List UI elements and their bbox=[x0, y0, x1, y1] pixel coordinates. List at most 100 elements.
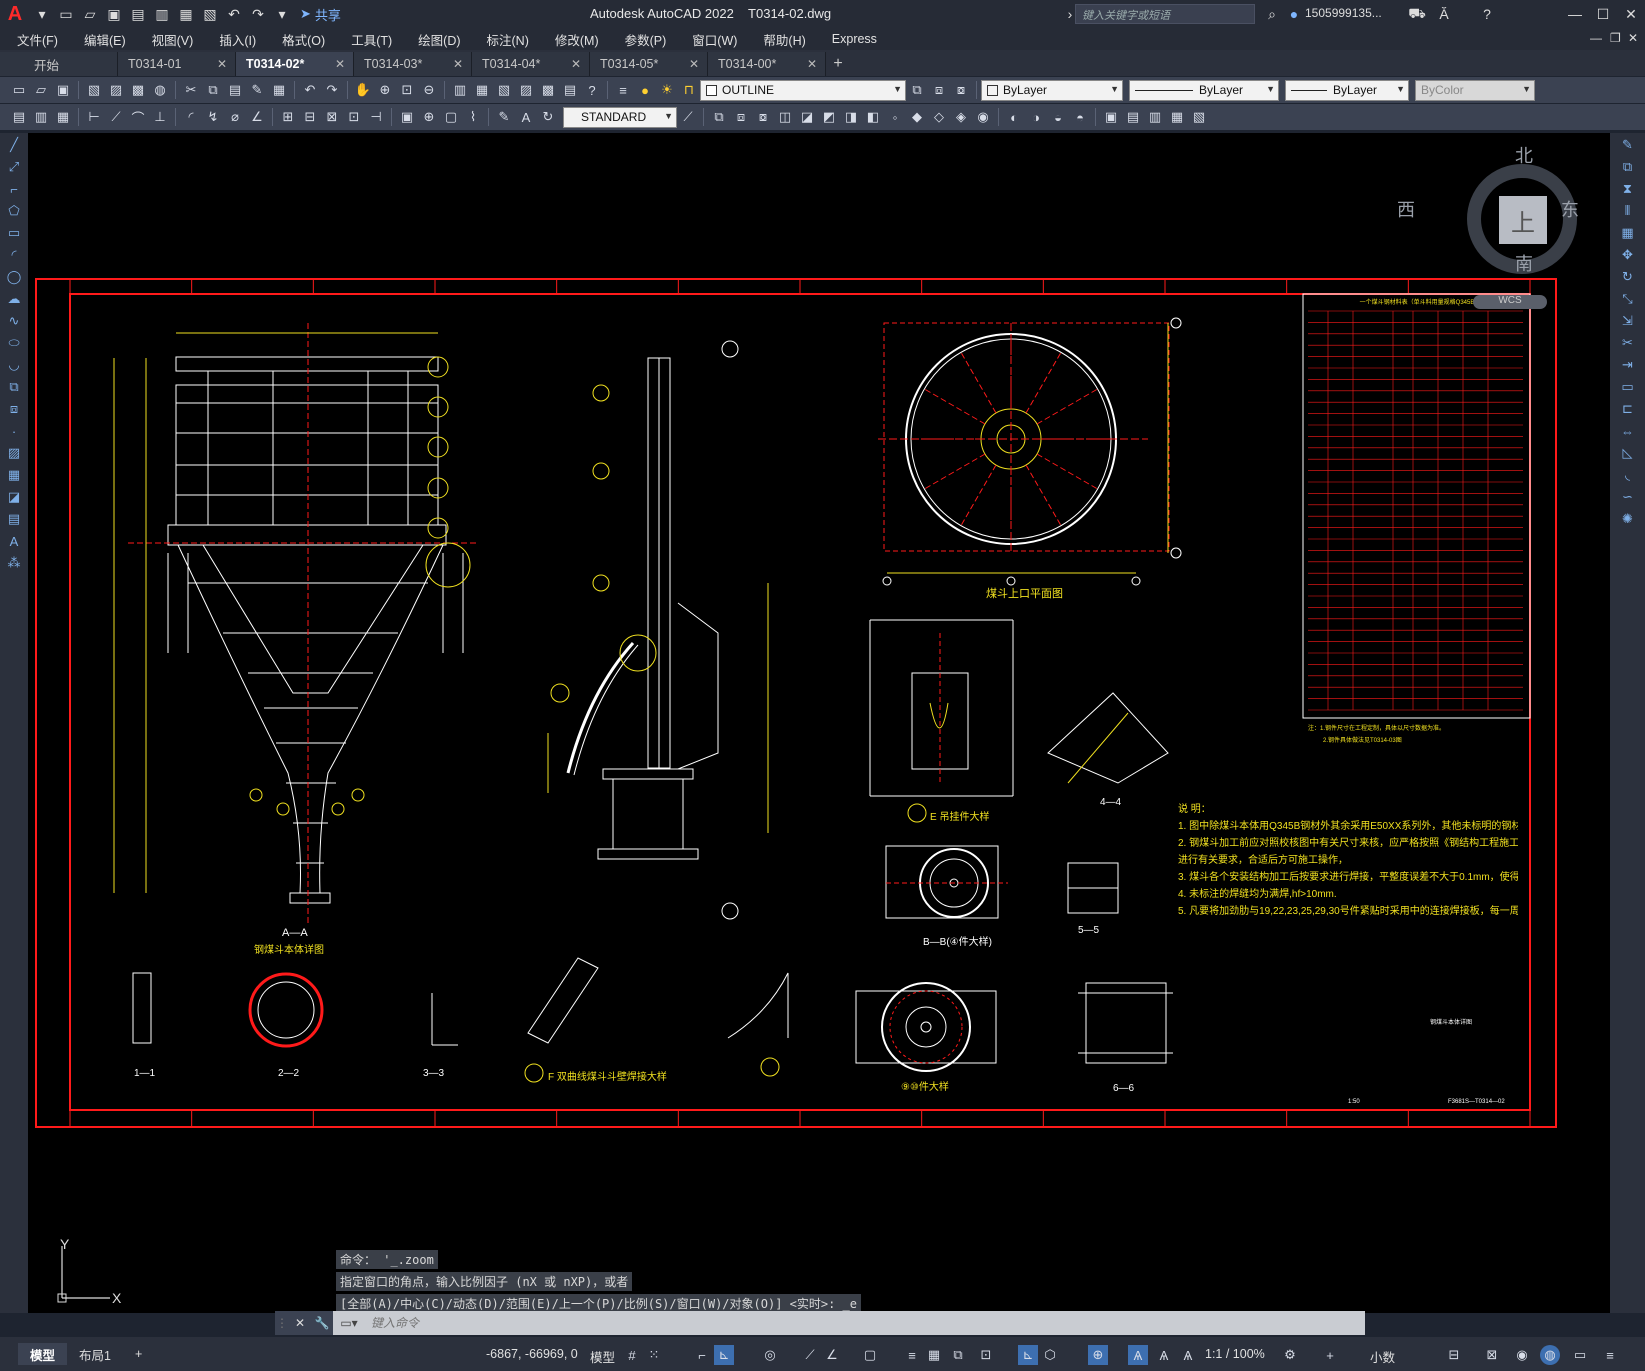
ucs-world-icon[interactable]: ⧈ bbox=[731, 107, 751, 127]
model-space-button[interactable]: 模型 bbox=[590, 1347, 615, 1366]
ellipse-icon[interactable]: ⬭ bbox=[3, 333, 25, 353]
tab-close-icon[interactable]: ✕ bbox=[807, 57, 817, 71]
blend-icon[interactable]: ∽ bbox=[1617, 487, 1639, 507]
sun-icon[interactable]: ☀ bbox=[657, 80, 677, 100]
scale-icon[interactable]: ⤡ bbox=[1617, 289, 1639, 309]
minimize-icon[interactable]: — bbox=[1560, 2, 1590, 26]
layer-properties-icon[interactable]: ≡ bbox=[613, 80, 633, 100]
layer-state-icon[interactable]: ⧇ bbox=[951, 80, 971, 100]
menu-edit[interactable]: 编辑(E) bbox=[67, 30, 135, 49]
tab-layout1[interactable]: 布局1 bbox=[67, 1343, 123, 1365]
annotation-visibility-icon[interactable]: Ѧ bbox=[1128, 1345, 1148, 1365]
search-input[interactable]: 键入关键字或短语 bbox=[1075, 4, 1255, 24]
view-right-icon[interactable]: ◓ bbox=[1070, 107, 1090, 127]
isodraft-icon[interactable]: ⟋ bbox=[800, 1345, 820, 1365]
menu-help[interactable]: 帮助(H) bbox=[746, 30, 814, 49]
autodesk-a360-icon[interactable]: Ᾰ bbox=[1433, 3, 1455, 25]
viewport-poly-icon[interactable]: ▤ bbox=[1123, 107, 1143, 127]
grip-icon[interactable]: ⋮ bbox=[275, 1311, 289, 1335]
ortho-icon[interactable]: ⊾ bbox=[714, 1345, 734, 1365]
add-selected-icon[interactable]: ⁂ bbox=[3, 553, 25, 573]
erase-icon[interactable]: ✎ bbox=[1617, 135, 1639, 155]
pan-icon[interactable]: ✋ bbox=[353, 80, 373, 100]
extend-icon[interactable]: ⇥ bbox=[1617, 355, 1639, 375]
make-current-icon[interactable]: ⧉ bbox=[907, 80, 927, 100]
compass-east[interactable]: 东 bbox=[1561, 196, 1579, 222]
isolate-objects-icon[interactable]: ◉ bbox=[1512, 1345, 1532, 1365]
customize-qa-icon[interactable]: ▾ bbox=[271, 3, 293, 25]
user-icon[interactable]: ● bbox=[1283, 3, 1305, 25]
polar-icon[interactable]: ◎ bbox=[760, 1345, 780, 1365]
gizmo-icon[interactable]: ⊕ bbox=[1088, 1345, 1108, 1365]
close-command-icon[interactable]: ✕ bbox=[289, 1311, 311, 1335]
save-as-icon[interactable]: ▤ bbox=[127, 3, 149, 25]
diameter-dim-icon[interactable]: ⌀ bbox=[225, 107, 245, 127]
menu-format[interactable]: 格式(O) bbox=[265, 30, 334, 49]
compass-north[interactable]: 北 bbox=[1515, 142, 1533, 168]
lineweight-dropdown[interactable]: ByLayer ▼ bbox=[1285, 79, 1409, 101]
linear-dim-icon[interactable]: ⊢ bbox=[84, 107, 104, 127]
redo-icon[interactable]: ↷ bbox=[247, 3, 269, 25]
menu-insert[interactable]: 插入(I) bbox=[202, 30, 265, 49]
menu-dimension[interactable]: 标注(N) bbox=[470, 30, 538, 49]
menu-parametric[interactable]: 参数(P) bbox=[608, 30, 676, 49]
publish-icon[interactable]: ▩ bbox=[128, 80, 148, 100]
tab-t0314-04[interactable]: T0314-04* ✕ bbox=[472, 52, 590, 76]
center-mark-icon[interactable]: ⊕ bbox=[419, 107, 439, 127]
save-icon[interactable]: ▣ bbox=[53, 80, 73, 100]
cart-icon[interactable]: ⛟ bbox=[1406, 3, 1428, 25]
menu-view[interactable]: 视图(V) bbox=[135, 30, 203, 49]
open-icon[interactable]: ▱ bbox=[31, 80, 51, 100]
layer-previous-icon[interactable]: ⧈ bbox=[929, 80, 949, 100]
tab-close-icon[interactable]: ✕ bbox=[335, 57, 345, 71]
cut-icon[interactable]: ✂ bbox=[181, 80, 201, 100]
redo-icon[interactable]: ↷ bbox=[322, 80, 342, 100]
close-icon[interactable]: ✕ bbox=[1616, 2, 1645, 26]
ucs-y-icon[interactable]: ◇ bbox=[929, 107, 949, 127]
recent-commands-icon[interactable]: ▭▾ bbox=[333, 1311, 365, 1335]
quick-dim-icon[interactable]: ⊞ bbox=[278, 107, 298, 127]
doc-close-icon[interactable]: ✕ bbox=[1628, 31, 1638, 45]
break-point-icon[interactable]: ▭ bbox=[1617, 377, 1639, 397]
region-icon[interactable]: ◪ bbox=[3, 487, 25, 507]
dynamic-ucs-icon[interactable]: ⊾ bbox=[1018, 1345, 1038, 1365]
dropdown-arrow-icon[interactable]: ▾ bbox=[31, 3, 53, 25]
polygon-icon[interactable]: ⬠ bbox=[3, 201, 25, 221]
annotation-scale-icon[interactable]: Ѧ bbox=[1178, 1345, 1198, 1365]
web-icon[interactable]: ◍ bbox=[150, 80, 170, 100]
rectangle-icon[interactable]: ▭ bbox=[3, 223, 25, 243]
ucs-icon[interactable]: ⧉ bbox=[709, 107, 729, 127]
hardware-acceleration-icon[interactable]: ◍ bbox=[1540, 1345, 1560, 1365]
line-icon[interactable]: ╱ bbox=[3, 135, 25, 155]
make-block-icon[interactable]: ⧈ bbox=[3, 399, 25, 419]
plot-icon[interactable]: ▧ bbox=[84, 80, 104, 100]
insert-block-icon[interactable]: ⧉ bbox=[3, 377, 25, 397]
fillet-icon[interactable]: ◟ bbox=[1617, 465, 1639, 485]
view-left-icon[interactable]: ◒ bbox=[1048, 107, 1068, 127]
ucs-zaxis-icon[interactable]: ◧ bbox=[863, 107, 883, 127]
table-icon[interactable]: ▤ bbox=[3, 509, 25, 529]
tab-start[interactable]: 开始 bbox=[0, 52, 118, 76]
ucs-previous-icon[interactable]: ⧇ bbox=[753, 107, 773, 127]
viewport-object-icon[interactable]: ▥ bbox=[1145, 107, 1165, 127]
ellipse-arc-icon[interactable]: ◡ bbox=[3, 355, 25, 375]
search-icon[interactable]: ⌕ bbox=[1261, 3, 1283, 25]
lineweight-icon[interactable]: ≡ bbox=[902, 1345, 922, 1365]
design-center-icon[interactable]: ▦ bbox=[472, 80, 492, 100]
copy-icon[interactable]: ⧉ bbox=[203, 80, 223, 100]
clean-screen-icon[interactable]: ▭ bbox=[1570, 1345, 1590, 1365]
tab-close-icon[interactable]: ✕ bbox=[689, 57, 699, 71]
auto-scale-icon[interactable]: Ѧ bbox=[1154, 1345, 1174, 1365]
annotation-scale-value[interactable]: 1:1 / 100% bbox=[1205, 1347, 1265, 1361]
hatch-icon[interactable]: ▨ bbox=[3, 443, 25, 463]
lock-icon[interactable]: ⊓ bbox=[679, 80, 699, 100]
quick-properties-icon[interactable]: ⊟ bbox=[1444, 1345, 1464, 1365]
compass-west[interactable]: 西 bbox=[1397, 196, 1415, 222]
viewport-clip-icon[interactable]: ▦ bbox=[1167, 107, 1187, 127]
zoom-previous-icon[interactable]: ⊖ bbox=[419, 80, 439, 100]
arc-icon[interactable]: ◜ bbox=[3, 245, 25, 265]
plot-preview-icon[interactable]: ▨ bbox=[106, 80, 126, 100]
tab-t0314-05[interactable]: T0314-05* ✕ bbox=[590, 52, 708, 76]
polyline-icon[interactable]: ⌐ bbox=[3, 179, 25, 199]
viewport-icon[interactable]: ▣ bbox=[1101, 107, 1121, 127]
